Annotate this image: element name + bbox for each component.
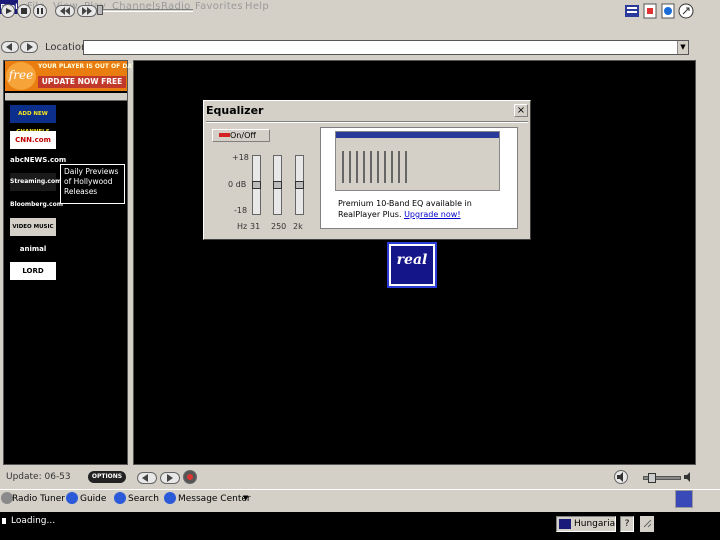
- prev-clip-button[interactable]: [137, 472, 157, 484]
- menu-bar: [0, 0, 720, 16]
- favorites-icon[interactable]: [642, 3, 658, 19]
- nav-radio-tuner[interactable]: Radio Tuner: [12, 494, 65, 504]
- eq-band-label: 2k: [293, 222, 303, 231]
- forward-arrow-icon: [27, 43, 33, 51]
- eq-preview-slider: [342, 151, 344, 183]
- real-network-icon[interactable]: [675, 490, 693, 508]
- status-text: Loading...: [11, 516, 56, 526]
- record-icon: [187, 474, 193, 480]
- options-button[interactable]: OPTIONS: [88, 471, 126, 483]
- eq-preview-slider: [356, 151, 358, 183]
- nav-search[interactable]: Search: [128, 494, 159, 504]
- channel-logo[interactable]: ADD NEW CHANNELS: [10, 105, 56, 135]
- channel-tooltip: Daily Previews of Hollywood Releases: [60, 164, 125, 204]
- eq-preview-slider: [349, 151, 351, 183]
- stop-icon: [21, 8, 27, 14]
- eq-preview-titlebar: [336, 132, 499, 138]
- nav-message-center[interactable]: Message Center: [178, 494, 251, 504]
- position-slider-thumb[interactable]: [97, 5, 103, 15]
- compact-mode-icon[interactable]: [678, 3, 694, 19]
- back-button[interactable]: [1, 41, 19, 53]
- free-badge: free: [6, 62, 36, 90]
- eq-preview-slider: [398, 151, 400, 183]
- update-status-text: Update: 06-53: [6, 472, 71, 482]
- divider: [206, 121, 528, 123]
- back-arrow-icon: [6, 43, 12, 51]
- channel-panel-header: [5, 93, 127, 101]
- help-button[interactable]: ?: [620, 516, 634, 532]
- rewind-button[interactable]: [55, 5, 75, 17]
- rewind-icon: [60, 7, 70, 15]
- eq-band-knob[interactable]: [295, 181, 304, 189]
- eq-db-bottom-label: -18: [234, 206, 248, 215]
- eq-preview-slider: [391, 151, 393, 183]
- play-button[interactable]: [1, 4, 15, 18]
- eq-preview-slider: [377, 151, 379, 183]
- upgrade-link[interactable]: Upgrade now!: [404, 210, 460, 219]
- chevron-down-icon: ▼: [680, 43, 686, 51]
- equalizer-title: Equalizer: [206, 104, 264, 117]
- eq-preview-slider: [363, 151, 365, 183]
- nav-guide[interactable]: Guide: [80, 494, 106, 504]
- position-slider[interactable]: [98, 9, 193, 12]
- mute-button[interactable]: [614, 470, 628, 484]
- next-clip-button[interactable]: [160, 472, 180, 484]
- eq-upsell-text: Premium 10-Band EQ available in RealPlay…: [338, 198, 513, 220]
- channel-logo[interactable]: CNN.com: [10, 131, 56, 149]
- resize-grip[interactable]: [640, 516, 654, 532]
- channel-logo[interactable]: Streaming.com: [10, 173, 61, 191]
- eq-band-knob[interactable]: [273, 181, 282, 189]
- update-now-button[interactable]: UPDATE NOW FREE: [38, 76, 126, 88]
- channel-list-icon[interactable]: [624, 3, 640, 19]
- real-logo-text: real: [396, 252, 428, 268]
- eq-preview-slider: [405, 151, 407, 183]
- speaker-icon: [617, 472, 623, 482]
- channel-logo[interactable]: abcNEWS.com: [10, 151, 66, 169]
- eq-db-top-label: +18: [232, 153, 249, 162]
- eq-band-label: 250: [271, 222, 287, 231]
- close-button[interactable]: ×: [514, 104, 528, 117]
- eq-db-mid-label: 0 dB: [228, 180, 247, 189]
- info-icon[interactable]: [660, 3, 676, 19]
- pause-button[interactable]: [33, 4, 47, 18]
- eq-onoff-led-icon: [219, 133, 230, 137]
- channel-logo[interactable]: VIDEO MUSIC NETWORK: [10, 218, 56, 248]
- menu-help[interactable]: Help: [245, 1, 269, 12]
- pause-icon: [37, 8, 43, 14]
- record-button[interactable]: [183, 470, 197, 484]
- previous-icon: [142, 474, 148, 482]
- play-icon: [6, 8, 12, 14]
- location-input[interactable]: [83, 40, 689, 55]
- close-icon: ×: [516, 105, 526, 116]
- eq-preview-slider: [384, 151, 386, 183]
- fast-forward-button[interactable]: [77, 5, 97, 17]
- location-dropdown-button[interactable]: ▼: [677, 41, 688, 54]
- eq-band-label: 31: [250, 222, 261, 231]
- message-icon: [164, 492, 176, 504]
- channel-logo[interactable]: LORD RINGS: [10, 262, 56, 293]
- status-led-icon: [2, 518, 6, 524]
- eq-band-knob[interactable]: [252, 181, 261, 189]
- channel-logo[interactable]: Bloomberg.com: [10, 196, 63, 214]
- next-icon: [167, 474, 173, 482]
- resize-grip-icon: [643, 519, 652, 528]
- language-flag-icon: [559, 519, 571, 529]
- eq-preview-slider: [370, 151, 372, 183]
- forward-button[interactable]: [20, 41, 38, 53]
- menu-favorites[interactable]: Favorites: [195, 1, 243, 12]
- guide-icon: [66, 492, 78, 504]
- nav-bar: [0, 489, 720, 509]
- transport-bar: [0, 16, 720, 38]
- eq-preview-image: [335, 131, 500, 191]
- volume-slider-thumb[interactable]: [648, 473, 656, 483]
- update-banner-text: YOUR PLAYER IS OUT OF DATE: [38, 63, 140, 70]
- eq-hz-label: Hz: [237, 222, 248, 231]
- stop-button[interactable]: [17, 4, 31, 18]
- channel-logo[interactable]: animal: [10, 240, 56, 258]
- fast-forward-icon: [82, 7, 92, 15]
- volume-max-icon: [684, 472, 690, 482]
- search-icon: [114, 492, 126, 504]
- chevron-down-icon[interactable]: ▼: [243, 494, 248, 502]
